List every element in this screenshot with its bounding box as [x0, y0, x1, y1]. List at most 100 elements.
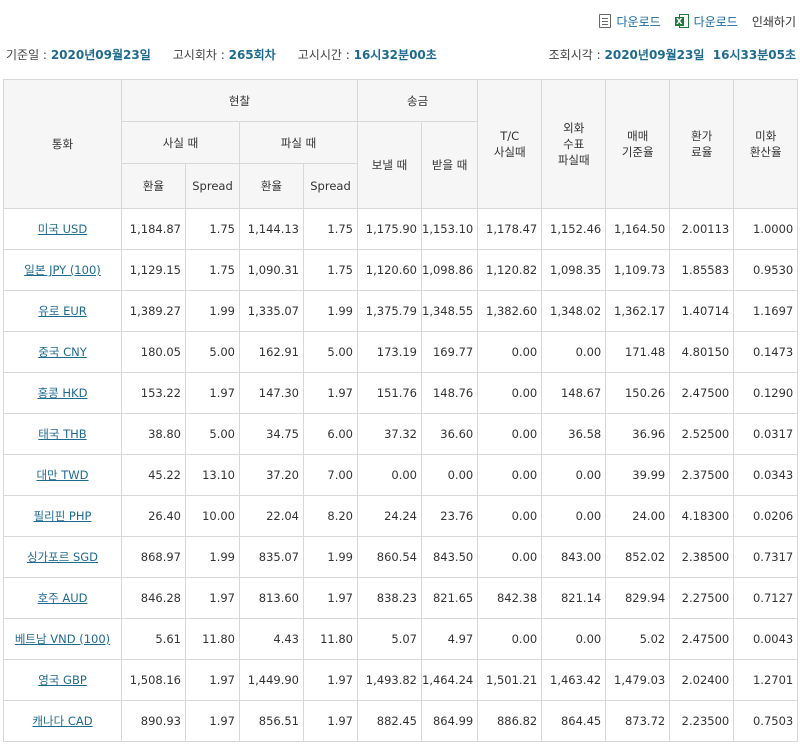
currency-link[interactable]: 영국 GBP [38, 673, 87, 687]
download-excel-button[interactable]: X 다운로드 [674, 13, 738, 30]
currency-cell: 영국 GBP [3, 659, 122, 701]
currency-link[interactable]: 일본 JPY (100) [24, 263, 101, 277]
date-label: 기준일 : [6, 47, 47, 62]
currency-cell: 일본 JPY (100) [3, 249, 122, 291]
header-usd-rate: 미화 환산율 [733, 79, 799, 209]
time-label: 고시시간 : [297, 47, 350, 62]
table-row: 베트남 VND (100) 5.61 11.80 4.43 11.80 5.07 4.97 0… [3, 618, 799, 660]
tc-buy-cell: 0.00 [477, 331, 543, 373]
send-cell: 1,175.90 [357, 208, 422, 250]
query-value: 2020년09월23일 16시33분05초 [604, 47, 797, 62]
cash-sell-spread-cell: 1.75 [303, 208, 358, 250]
currency-link[interactable]: 중국 CNY [38, 345, 86, 359]
currency-link[interactable]: 대만 TWD [36, 468, 88, 482]
usd-cell: 1.1697 [733, 290, 799, 332]
send-cell: 37.32 [357, 413, 422, 455]
cash-buy-rate-cell: 5.61 [121, 618, 186, 660]
currency-link[interactable]: 미국 USD [38, 222, 87, 236]
usd-cell: 0.7127 [733, 577, 799, 619]
receive-cell: 1,464.24 [420, 659, 479, 701]
receive-cell: 23.76 [420, 495, 479, 537]
send-cell: 0.00 [357, 454, 422, 496]
usd-cell: 0.7317 [733, 536, 799, 578]
usd-cell: 0.1473 [733, 331, 799, 373]
currency-link[interactable]: 필리핀 PHP [34, 509, 92, 523]
currency-link[interactable]: 태국 THB [38, 427, 86, 441]
cash-buy-rate-cell: 1,389.27 [121, 290, 186, 332]
exch-cell: 2.02400 [669, 659, 735, 701]
header-check-sell: 외화 수표 파실때 [541, 79, 607, 209]
table-row: 영국 GBP 1,508.16 1.97 1,449.90 1.97 1,493.82 1,… [3, 659, 799, 701]
check-sell-cell: 0.00 [541, 331, 607, 373]
base-cell: 829.94 [605, 577, 671, 619]
usd-cell: 0.0343 [733, 454, 799, 496]
receive-cell: 864.99 [420, 700, 479, 742]
time-value: 16시32분00초 [353, 47, 437, 62]
send-cell: 173.19 [357, 331, 422, 373]
usd-cell: 0.1290 [733, 372, 799, 414]
header-spread: Spread [303, 163, 358, 209]
check-sell-cell: 1,348.02 [541, 290, 607, 332]
print-button[interactable]: 인쇄하기 [752, 13, 796, 30]
currency-link[interactable]: 캐나다 CAD [32, 714, 92, 728]
cash-buy-spread-cell: 10.00 [185, 495, 240, 537]
table-row: 호주 AUD 846.28 1.97 813.60 1.97 838.23 821.65 84… [3, 577, 799, 619]
info-bar: 기준일 : 2020년09월23일 고시회차 : 265회차 고시시간 : 16… [6, 44, 796, 64]
base-cell: 1,109.73 [605, 249, 671, 291]
table-row: 캐나다 CAD 890.93 1.97 856.51 1.97 882.45 864.99 8… [3, 700, 799, 742]
receive-cell: 36.60 [420, 413, 479, 455]
usd-cell: 1.0000 [733, 208, 799, 250]
cash-sell-rate-cell: 22.04 [239, 495, 304, 537]
usd-cell: 1.2701 [733, 659, 799, 701]
cash-buy-rate-cell: 26.40 [121, 495, 186, 537]
tc-buy-cell: 842.38 [477, 577, 543, 619]
print-label: 인쇄하기 [751, 14, 796, 29]
check-sell-cell: 148.67 [541, 372, 607, 414]
table-row: 태국 THB 38.80 5.00 34.75 6.00 37.32 36.60 0.00 36… [3, 413, 799, 455]
currency-link[interactable]: 싱가포르 SGD [27, 550, 98, 564]
exch-cell: 2.23500 [669, 700, 735, 742]
send-cell: 24.24 [357, 495, 422, 537]
currency-cell: 필리핀 PHP [3, 495, 122, 537]
receive-cell: 1,348.55 [420, 290, 479, 332]
cash-sell-spread-cell: 1.97 [303, 700, 358, 742]
check-sell-cell: 0.00 [541, 495, 607, 537]
tc-buy-cell: 0.00 [477, 372, 543, 414]
cash-buy-rate-cell: 38.80 [121, 413, 186, 455]
check-sell-cell: 1,463.42 [541, 659, 607, 701]
check-sell-cell: 1,098.35 [541, 249, 607, 291]
base-cell: 1,164.50 [605, 208, 671, 250]
cash-sell-rate-cell: 4.43 [239, 618, 304, 660]
tc-buy-cell: 1,501.21 [477, 659, 543, 701]
excel-icon: X [674, 14, 689, 28]
cash-buy-rate-cell: 180.05 [121, 331, 186, 373]
query-time: 조회시각 : 2020년09월23일 16시33분05초 [549, 46, 796, 63]
download-pdf-button[interactable]: 다운로드 [599, 13, 661, 30]
currency-cell: 중국 CNY [3, 331, 122, 373]
currency-link[interactable]: 호주 AUD [38, 591, 88, 605]
header-rate: 환율 [239, 163, 304, 209]
exch-cell: 2.47500 [669, 372, 735, 414]
cash-buy-rate-cell: 868.97 [121, 536, 186, 578]
round-value: 265회차 [228, 47, 276, 62]
send-cell: 1,493.82 [357, 659, 422, 701]
exch-cell: 2.52500 [669, 413, 735, 455]
round-label: 고시회차 : [172, 47, 225, 62]
cash-sell-rate-cell: 147.30 [239, 372, 304, 414]
download-label: 다운로드 [616, 14, 661, 29]
receive-cell: 1,153.10 [420, 208, 479, 250]
base-cell: 1,362.17 [605, 290, 671, 332]
send-cell: 1,375.79 [357, 290, 422, 332]
currency-link[interactable]: 유로 EUR [38, 304, 87, 318]
currency-cell: 호주 AUD [3, 577, 122, 619]
table-row: 중국 CNY 180.05 5.00 162.91 5.00 173.19 169.77 0.… [3, 331, 799, 373]
check-sell-cell: 821.14 [541, 577, 607, 619]
tc-buy-cell: 0.00 [477, 618, 543, 660]
currency-link[interactable]: 베트남 VND (100) [15, 632, 110, 646]
exch-cell: 2.38500 [669, 536, 735, 578]
download-label: 다운로드 [693, 14, 738, 29]
exch-cell: 2.27500 [669, 577, 735, 619]
cash-buy-rate-cell: 846.28 [121, 577, 186, 619]
base-cell: 171.48 [605, 331, 671, 373]
currency-link[interactable]: 홍콩 HKD [38, 386, 88, 400]
